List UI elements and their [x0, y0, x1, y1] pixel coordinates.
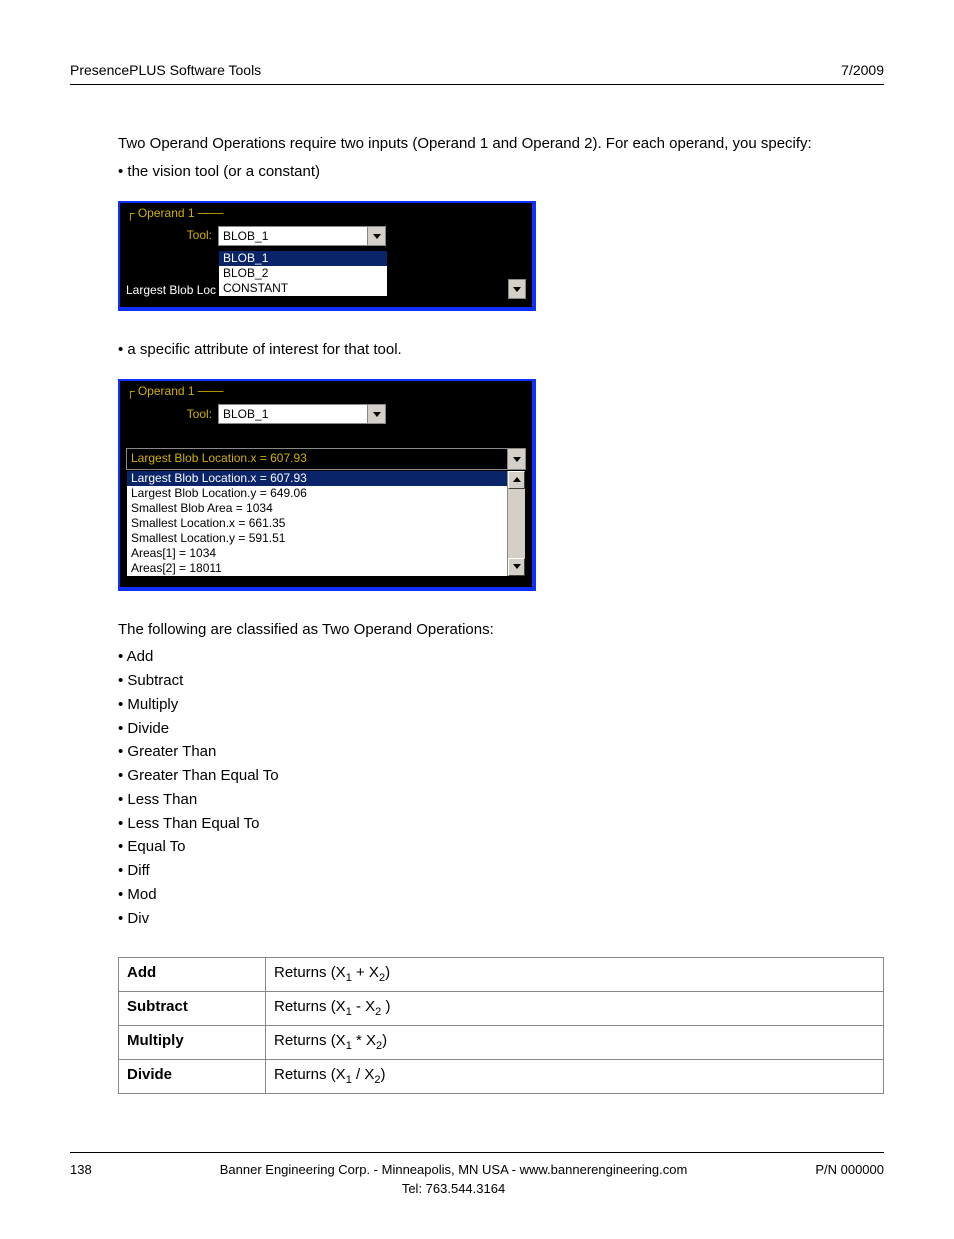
attribute-combobox[interactable]: Largest Blob Location.x = 607.93: [126, 448, 526, 469]
table-row: Subtract Returns (X1 - X2 ): [119, 992, 884, 1026]
truncated-label: Largest Blob Loc: [126, 282, 216, 299]
list-item: • Divide: [118, 718, 884, 740]
bullet-vision-tool: • the vision tool (or a constant): [118, 161, 884, 183]
chevron-down-icon: [513, 564, 521, 569]
tool-combobox[interactable]: BLOB_1: [218, 404, 386, 424]
list-item: • Mod: [118, 884, 884, 906]
dropdown-button[interactable]: [367, 405, 385, 423]
list-item: • Equal To: [118, 836, 884, 858]
list-item: • Greater Than: [118, 741, 884, 763]
dropdown-option[interactable]: Largest Blob Location.y = 649.06: [127, 486, 507, 501]
list-item: • Add: [118, 646, 884, 668]
op-name: Multiply: [119, 1026, 266, 1060]
attr-dropdown-button[interactable]: [508, 279, 526, 299]
op-desc: Returns (X1 - X2 ): [266, 992, 884, 1026]
list-item: • Less Than: [118, 789, 884, 811]
scroll-up-button[interactable]: [508, 471, 525, 489]
dropdown-option[interactable]: Areas[1] = 1034: [127, 546, 507, 561]
page-header: PresencePLUS Software Tools 7/2009: [70, 60, 884, 85]
header-left: PresencePLUS Software Tools: [70, 60, 261, 80]
op-desc: Returns (X1 * X2): [266, 1026, 884, 1060]
tool-dropdown-list[interactable]: BLOB_1 BLOB_2 CONSTANT: [218, 250, 388, 297]
dropdown-option[interactable]: BLOB_2: [219, 266, 387, 281]
tool-combobox[interactable]: BLOB_1: [218, 226, 386, 246]
operations-list: • Add • Subtract • Multiply • Divide • G…: [118, 646, 884, 929]
header-right: 7/2009: [841, 60, 884, 80]
dropdown-option[interactable]: BLOB_1: [219, 251, 387, 266]
bullet-attribute: • a specific attribute of interest for t…: [118, 339, 884, 361]
dropdown-button[interactable]: [367, 227, 385, 245]
op-name: Add: [119, 958, 266, 992]
dropdown-button[interactable]: [507, 449, 525, 468]
list-item: • Div: [118, 908, 884, 930]
table-row: Add Returns (X1 + X2): [119, 958, 884, 992]
scroll-down-button[interactable]: [508, 558, 525, 576]
list-item: • Less Than Equal To: [118, 813, 884, 835]
intro-text: Two Operand Operations require two input…: [118, 133, 884, 155]
table-row: Multiply Returns (X1 * X2): [119, 1026, 884, 1060]
chevron-down-icon: [513, 287, 521, 292]
op-name: Divide: [119, 1060, 266, 1094]
dropdown-option[interactable]: Smallest Blob Area = 1034: [127, 501, 507, 516]
list-item: • Multiply: [118, 694, 884, 716]
list-item: • Greater Than Equal To: [118, 765, 884, 787]
list-item: • Subtract: [118, 670, 884, 692]
dropdown-option[interactable]: Largest Blob Location.x = 607.93: [127, 471, 507, 486]
part-number: P/N 000000: [815, 1161, 884, 1180]
chevron-down-icon: [513, 457, 521, 462]
tool-combobox-value: BLOB_1: [219, 227, 367, 245]
operand1-tool-screenshot: ┌ Operand 1 ─── Tool: BLOB_1 BLOB_1 BLOB…: [118, 201, 884, 311]
operand1-attr-screenshot: ┌ Operand 1 ─── Tool: BLOB_1 Largest Blo…: [118, 379, 884, 591]
chevron-down-icon: [373, 412, 381, 417]
attribute-dropdown-list[interactable]: Largest Blob Location.x = 607.93 Largest…: [126, 470, 526, 577]
operations-table: Add Returns (X1 + X2) Subtract Returns (…: [118, 957, 884, 1094]
op-desc: Returns (X1 + X2): [266, 958, 884, 992]
dropdown-option[interactable]: Smallest Location.y = 591.51: [127, 531, 507, 546]
op-name: Subtract: [119, 992, 266, 1026]
chevron-up-icon: [513, 477, 521, 482]
op-desc: Returns (X1 / X2): [266, 1060, 884, 1094]
footer-company: Banner Engineering Corp. - Minneapolis, …: [92, 1161, 816, 1180]
dropdown-option[interactable]: Smallest Location.x = 661.35: [127, 516, 507, 531]
table-row: Divide Returns (X1 / X2): [119, 1060, 884, 1094]
tool-label: Tool:: [176, 227, 212, 244]
attribute-combobox-value: Largest Blob Location.x = 607.93: [127, 449, 507, 468]
page-content: Two Operand Operations require two input…: [70, 133, 884, 1094]
tool-combobox-value: BLOB_1: [219, 405, 367, 423]
dropdown-option[interactable]: CONSTANT: [219, 281, 387, 296]
page-footer: 138 Banner Engineering Corp. - Minneapol…: [70, 1152, 884, 1199]
tool-label: Tool:: [176, 406, 212, 423]
scrollbar[interactable]: [507, 471, 525, 576]
operand-legend: ┌ Operand 1 ───: [126, 383, 526, 400]
classified-intro: The following are classified as Two Oper…: [118, 619, 884, 641]
chevron-down-icon: [373, 234, 381, 239]
footer-tel: Tel: 763.544.3164: [92, 1180, 816, 1199]
dropdown-option[interactable]: Areas[2] = 18011: [127, 561, 507, 576]
page-number: 138: [70, 1161, 92, 1180]
operand-legend: ┌ Operand 1 ───: [126, 205, 526, 222]
list-item: • Diff: [118, 860, 884, 882]
